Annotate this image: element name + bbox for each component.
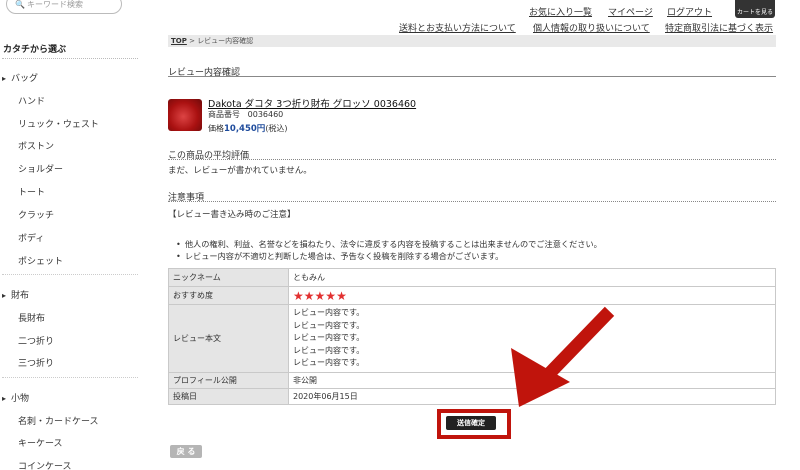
table-row: レビュー本文 レビュー内容です。 レビュー内容です。 レビュー内容です。 レビュ… (168, 304, 776, 373)
table-row: プロフィール公開 非公開 (168, 372, 776, 389)
star-icon: ★ (336, 288, 347, 303)
body-label: レビュー本文 (168, 304, 289, 373)
back-button[interactable]: 戻 る (170, 445, 202, 458)
sidebar-cat-wallet[interactable]: 財布 (2, 288, 29, 301)
sidebar-item-shoulder[interactable]: ショルダー (18, 162, 63, 175)
sidebar-item-tote[interactable]: トート (18, 185, 45, 198)
breadcrumb-current: レビュー内容確認 (197, 37, 254, 45)
search-input[interactable] (27, 0, 119, 11)
note-item: レビュー内容が不適切と判断した場合は、予告なく投稿を削除する場合がございます。 (176, 250, 504, 262)
body-line: レビュー内容です。 (293, 333, 365, 343)
sidebar: 🔍 カタチから選ぶ バッグ ハンド リュック・ウェスト ボストン ショルダー ト… (0, 0, 140, 470)
sidebar-title: カタチから選ぶ (3, 45, 67, 55)
star-icon: ★ (293, 288, 304, 303)
sidebar-item-long-wallet[interactable]: 長財布 (18, 311, 45, 324)
logout-link[interactable]: ログアウト (667, 5, 712, 18)
privacy-link[interactable]: 個人情報の取り扱いについて (533, 21, 650, 34)
breadcrumb-top[interactable]: TOP (171, 37, 187, 45)
body-line: レビュー内容です。 (293, 345, 365, 355)
body-line: レビュー内容です。 (293, 308, 365, 318)
sidebar-item-coin-case[interactable]: コインケース (18, 459, 72, 470)
cart-label: カートを見る (736, 9, 773, 16)
search-box[interactable]: 🔍 (6, 0, 122, 14)
rating-value: ★★★★★ (288, 286, 776, 305)
notes-rule (168, 201, 776, 202)
sidebar-item-card-case[interactable]: 名刺・カードケース (18, 414, 99, 427)
nickname-value: ともみん (288, 268, 776, 287)
price-label: 価格 (208, 124, 224, 133)
body-line: レビュー内容です。 (293, 320, 365, 330)
product-code-value: 0036460 (247, 110, 284, 119)
sidebar-divider (2, 274, 138, 275)
rating-label: おすすめ度 (168, 286, 289, 305)
sidebar-item-boston[interactable]: ボストン (18, 139, 54, 152)
review-table: ニックネーム ともみん おすすめ度 ★★★★★ レビュー本文 レビュー内容です。… (168, 268, 776, 405)
table-row: ニックネーム ともみん (168, 268, 776, 287)
date-value: 2020年06月15日 (288, 388, 776, 405)
table-row: おすすめ度 ★★★★★ (168, 286, 776, 305)
sidebar-item-trifold[interactable]: 三つ折り (18, 356, 54, 369)
avg-rating-rule (168, 159, 776, 160)
star-icon: ★ (325, 288, 337, 303)
sidebar-item-clutch[interactable]: クラッチ (18, 208, 54, 221)
product-price: 価格10,450円(税込) (208, 122, 288, 134)
body-value: レビュー内容です。 レビュー内容です。 レビュー内容です。 レビュー内容です。 … (288, 304, 776, 373)
price-value: 10,450円 (224, 124, 266, 134)
heading-rule (168, 76, 776, 77)
product-code: 商品番号 0036460 (208, 109, 283, 120)
commerce-law-link[interactable]: 特定商取引法に基づく表示 (665, 21, 773, 34)
sidebar-item-rucksack[interactable]: リュック・ウェスト (18, 117, 99, 130)
sidebar-divider (2, 58, 138, 59)
rating-stars: ★★★★★ (293, 290, 347, 302)
avg-rating-text: まだ、レビューが書かれていません。 (168, 166, 312, 176)
star-icon: ★ (303, 288, 315, 303)
product-code-label: 商品番号 (208, 110, 240, 119)
sidebar-item-key-case[interactable]: キーケース (18, 436, 63, 449)
nickname-label: ニックネーム (168, 268, 289, 287)
star-icon: ★ (314, 288, 326, 303)
sidebar-divider (2, 377, 138, 378)
breadcrumb-separator: > (186, 37, 198, 45)
shipping-link[interactable]: 送料とお支払い方法について (399, 21, 516, 34)
sidebar-cat-accessories[interactable]: 小物 (2, 391, 29, 404)
cart-button[interactable]: カートを見る (735, 0, 775, 18)
sidebar-cat-bag[interactable]: バッグ (2, 71, 38, 84)
profile-label: プロフィール公開 (168, 372, 289, 389)
sidebar-item-pochette[interactable]: ポシェット (18, 254, 63, 267)
price-tax: (税込) (265, 124, 288, 133)
sidebar-item-body[interactable]: ボディ (18, 231, 44, 244)
breadcrumb: TOP > レビュー内容確認 (168, 35, 776, 47)
body-line: レビュー内容です。 (293, 358, 365, 368)
note-item: 他人の権利、利益、名誉などを損ねたり、法令に違反する内容を投稿することは出来ませ… (176, 238, 602, 250)
date-label: 投稿日 (168, 388, 289, 405)
sidebar-item-bifold[interactable]: 二つ折り (18, 334, 54, 347)
table-row: 投稿日 2020年06月15日 (168, 388, 776, 405)
search-icon: 🔍 (15, 0, 25, 9)
notes-heading: 【レビュー書き込み時のご注意】 (168, 210, 296, 220)
product-image[interactable] (168, 99, 202, 131)
profile-value: 非公開 (288, 372, 776, 389)
favorites-link[interactable]: お気に入り一覧 (529, 5, 592, 18)
mypage-link[interactable]: マイページ (608, 5, 653, 18)
sidebar-item-hand[interactable]: ハンド (18, 94, 45, 107)
submit-confirm-button[interactable]: 送信確定 (446, 416, 496, 430)
product-name-link[interactable]: Dakota ダコタ 3つ折り財布 グロッソ 0036460 (208, 96, 416, 110)
